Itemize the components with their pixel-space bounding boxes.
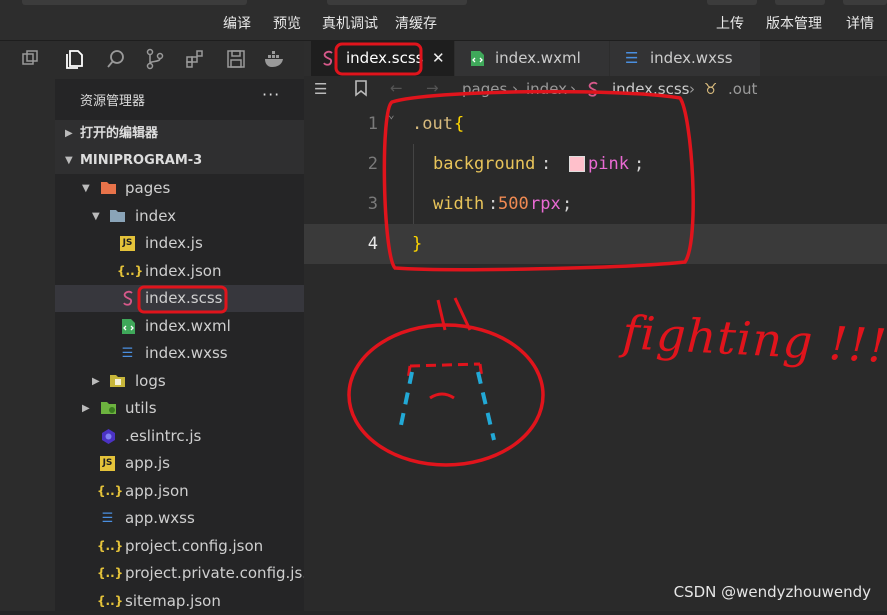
watermark: CSDN @wendyzhouwendy	[673, 583, 871, 601]
tree-highlight-box	[137, 285, 228, 314]
doodle-mouth	[429, 392, 455, 400]
annotation-text: fighting !!!	[621, 305, 887, 374]
tab-highlight-box	[334, 42, 423, 76]
code-highlight-loop	[382, 89, 695, 272]
doodle-tear-left	[398, 371, 414, 431]
doodle-eyebrows	[406, 362, 484, 381]
doodle-tear-right	[476, 371, 496, 441]
annotation-layer	[137, 42, 695, 467]
